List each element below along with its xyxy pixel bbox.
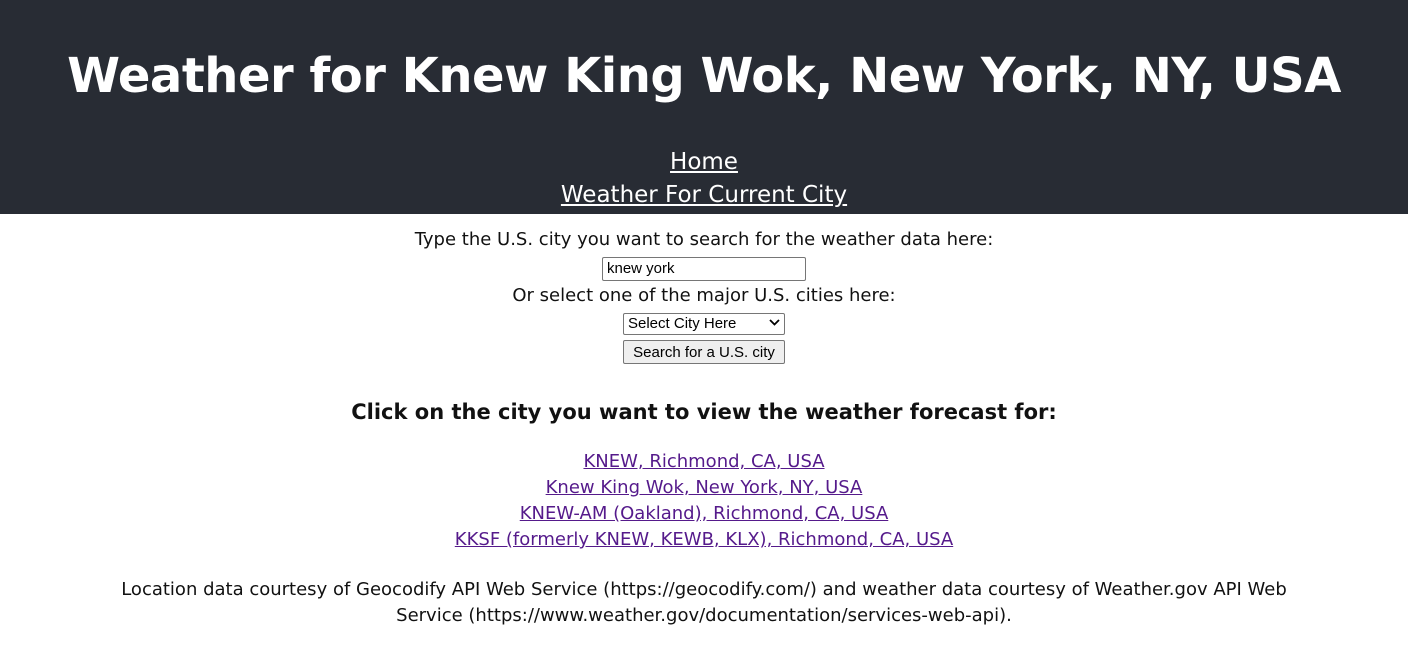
page-header: Weather for Knew King Wok, New York, NY,…: [0, 0, 1408, 214]
select-prompt: Or select one of the major U.S. cities h…: [512, 285, 896, 306]
results-list: KNEW, Richmond, CA, USA Knew King Wok, N…: [0, 449, 1408, 553]
result-link[interactable]: KNEW, Richmond, CA, USA: [583, 451, 824, 472]
chevron-down-icon: [769, 310, 780, 338]
search-form: Type the U.S. city you want to search fo…: [0, 226, 1408, 366]
list-item: KNEW-AM (Oakland), Richmond, CA, USA: [0, 501, 1408, 527]
city-search-input[interactable]: [602, 256, 806, 281]
results-heading: Click on the city you want to view the w…: [351, 400, 1057, 424]
page-title: Weather for Knew King Wok, New York, NY,…: [67, 48, 1341, 104]
data-credit-note: Location data courtesy of Geocodify API …: [121, 579, 1287, 626]
search-prompt: Type the U.S. city you want to search fo…: [414, 229, 994, 250]
search-button[interactable]: Search for a U.S. city: [623, 340, 785, 364]
city-select[interactable]: Select City Here: [623, 313, 785, 335]
city-select-value: Select City Here: [628, 315, 737, 332]
result-link[interactable]: KNEW-AM (Oakland), Richmond, CA, USA: [520, 503, 889, 524]
list-item: KNEW, Richmond, CA, USA: [0, 449, 1408, 475]
main-nav: Home Weather For Current City: [0, 146, 1408, 212]
list-item: KKSF (formerly KNEW, KEWB, KLX), Richmon…: [0, 527, 1408, 553]
nav-home-link[interactable]: Home: [0, 146, 1408, 179]
list-item: Knew King Wok, New York, NY, USA: [0, 475, 1408, 501]
nav-current-city-link[interactable]: Weather For Current City: [0, 179, 1408, 212]
result-link[interactable]: KKSF (formerly KNEW, KEWB, KLX), Richmon…: [455, 529, 953, 550]
result-link[interactable]: Knew King Wok, New York, NY, USA: [546, 477, 863, 498]
